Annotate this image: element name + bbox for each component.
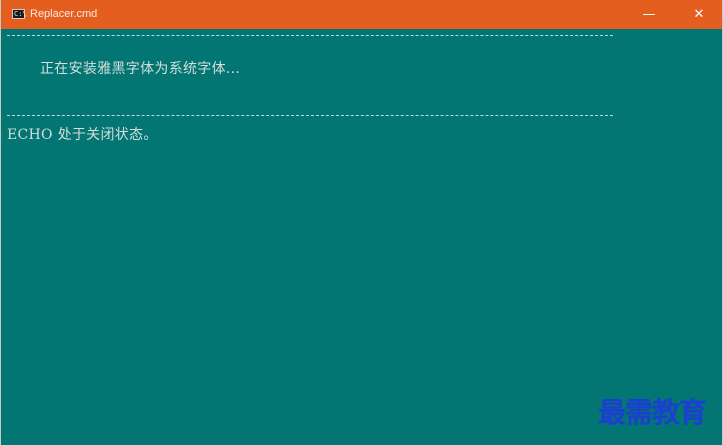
title-bar[interactable]: C:\ Replacer.cmd — ✕ bbox=[1, 0, 722, 29]
console-icon: C:\ bbox=[12, 9, 27, 19]
close-button[interactable]: ✕ bbox=[676, 0, 722, 29]
console-output[interactable]: 正在安装雅黑字体为系统字体... ECHO 处于关闭状态。 bbox=[1, 29, 722, 445]
minimize-icon: — bbox=[642, 7, 656, 22]
minimize-button[interactable]: — bbox=[626, 0, 672, 29]
watermark-logo: 最需教育 bbox=[598, 396, 707, 429]
console-window: C:\ Replacer.cmd — ✕ 正在安装雅黑字体为系统字体... EC… bbox=[0, 0, 723, 445]
divider-top bbox=[7, 35, 613, 36]
console-icon-glyph: C:\ bbox=[14, 10, 27, 18]
window-title: Replacer.cmd bbox=[30, 8, 98, 20]
install-message: 正在安装雅黑字体为系统字体... bbox=[40, 61, 241, 77]
divider-bottom bbox=[7, 115, 613, 116]
echo-message: ECHO 处于关闭状态。 bbox=[7, 127, 158, 143]
close-icon: ✕ bbox=[693, 7, 705, 22]
